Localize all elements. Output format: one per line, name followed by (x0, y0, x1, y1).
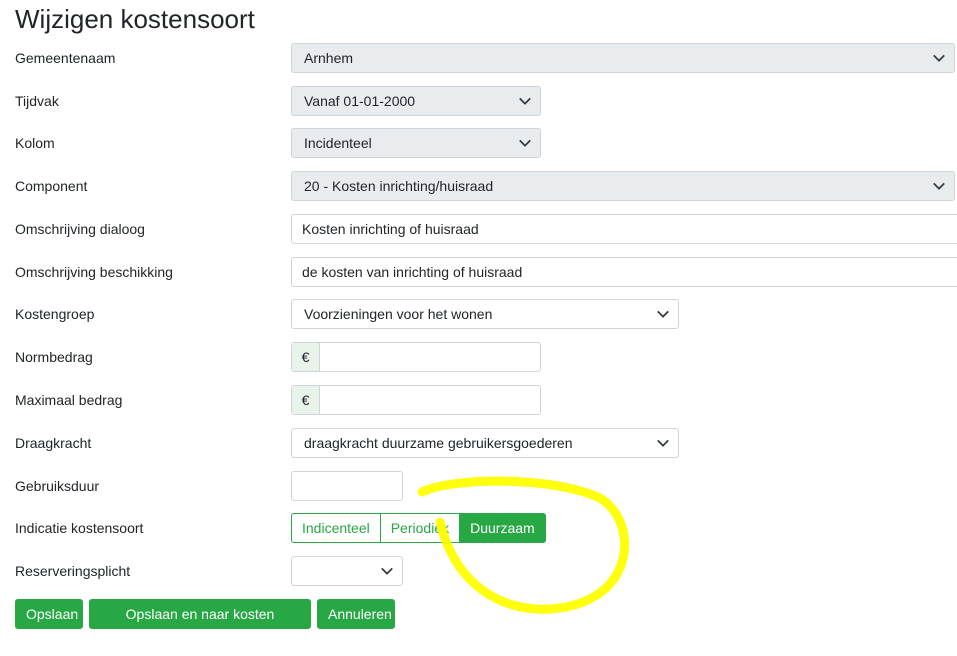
maximaal-bedrag-input[interactable] (320, 386, 540, 414)
tijdvak-value: Vanaf 01-01-2000 (304, 93, 416, 109)
gemeentenaam-value: Arnhem (304, 50, 354, 66)
draagkracht-value: draagkracht duurzame gebruikersgoederen (304, 435, 573, 451)
component-select[interactable]: 20 - Kosten inrichting/huisraad (291, 171, 955, 201)
normbedrag-label: Normbedrag (15, 349, 93, 365)
indicatie-kostensoort-label: Indicatie kostensoort (15, 520, 144, 536)
row-indicatie-kostensoort: Indicatie kostensoort Indicenteel Period… (0, 513, 957, 543)
indicatie-option-indicenteel[interactable]: Indicenteel (291, 513, 381, 543)
component-label: Component (15, 178, 88, 194)
kolom-label: Kolom (15, 135, 55, 151)
gemeentenaam-label: Gemeentenaam (15, 50, 116, 66)
row-tijdvak: Tijdvak Vanaf 01-01-2000 (0, 86, 957, 116)
chevron-down-icon (381, 567, 393, 575)
save-and-goto-onderdelen-button[interactable]: Opslaan en naar kosten onderdelen (89, 599, 311, 650)
page-title: Wijzigen kostensoort (15, 4, 255, 34)
kostengroep-value: Voorzieningen voor het wonen (304, 306, 493, 322)
reserveringsplicht-label: Reserveringsplicht (15, 563, 131, 579)
draagkracht-label: Draagkracht (15, 435, 92, 451)
row-reserveringsplicht: Reserveringsplicht (0, 556, 957, 586)
draagkracht-select[interactable]: draagkracht duurzame gebruikersgoederen (291, 428, 679, 458)
indicatie-option-periodiek[interactable]: Periodiek (380, 513, 461, 543)
chevron-down-icon (933, 54, 945, 62)
omschrijving-beschikking-input[interactable]: de kosten van inrichting of huisraad (291, 257, 957, 287)
kostengroep-select[interactable]: Voorzieningen voor het wonen (291, 299, 679, 329)
row-normbedrag: Normbedrag € (0, 342, 957, 372)
row-kostengroep: Kostengroep Voorzieningen voor het wonen (0, 299, 957, 329)
euro-icon: € (292, 343, 320, 371)
tijdvak-label: Tijdvak (15, 93, 59, 109)
cancel-button[interactable]: Annuleren (317, 599, 395, 629)
maximaal-bedrag-label: Maximaal bedrag (15, 392, 123, 408)
row-gebruiksduur: Gebruiksduur (0, 471, 957, 501)
row-maximaal-bedrag: Maximaal bedrag € (0, 385, 957, 415)
omschrijving-beschikking-value: de kosten van inrichting of huisraad (302, 264, 523, 280)
omschrijving-beschikking-label: Omschrijving beschikking (15, 264, 173, 280)
tijdvak-select[interactable]: Vanaf 01-01-2000 (291, 86, 541, 116)
kostengroep-label: Kostengroep (15, 306, 95, 322)
save-button[interactable]: Opslaan (15, 599, 83, 629)
chevron-down-icon (657, 310, 669, 318)
euro-icon: € (292, 386, 320, 414)
omschrijving-dialoog-input[interactable]: Kosten inrichting of huisraad (291, 214, 957, 244)
indicatie-kostensoort-toggle-group: Indicenteel Periodiek Duurzaam (291, 513, 546, 543)
indicatie-option-duurzaam[interactable]: Duurzaam (460, 513, 546, 543)
chevron-down-icon (657, 439, 669, 447)
normbedrag-input-group: € (291, 342, 541, 372)
chevron-down-icon (519, 97, 531, 105)
chevron-down-icon (933, 182, 945, 190)
gemeentenaam-select[interactable]: Arnhem (291, 43, 955, 73)
row-gemeentenaam: Gemeentenaam Arnhem (0, 43, 957, 73)
kolom-select[interactable]: Incidenteel (291, 128, 541, 158)
maximaal-bedrag-input-group: € (291, 385, 541, 415)
kolom-value: Incidenteel (304, 135, 372, 151)
row-component: Component 20 - Kosten inrichting/huisraa… (0, 171, 957, 201)
gebruiksduur-input[interactable] (291, 471, 403, 501)
row-omschrijving-beschikking: Omschrijving beschikking de kosten van i… (0, 257, 957, 287)
omschrijving-dialoog-label: Omschrijving dialoog (15, 221, 145, 237)
row-draagkracht: Draagkracht draagkracht duurzame gebruik… (0, 428, 957, 458)
chevron-down-icon (519, 139, 531, 147)
gebruiksduur-label: Gebruiksduur (15, 478, 100, 494)
row-kolom: Kolom Incidenteel (0, 128, 957, 158)
row-omschrijving-dialoog: Omschrijving dialoog Kosten inrichting o… (0, 214, 957, 244)
omschrijving-dialoog-value: Kosten inrichting of huisraad (302, 221, 479, 237)
component-value: 20 - Kosten inrichting/huisraad (304, 178, 494, 194)
normbedrag-input[interactable] (320, 343, 540, 371)
reserveringsplicht-select[interactable] (291, 556, 403, 586)
